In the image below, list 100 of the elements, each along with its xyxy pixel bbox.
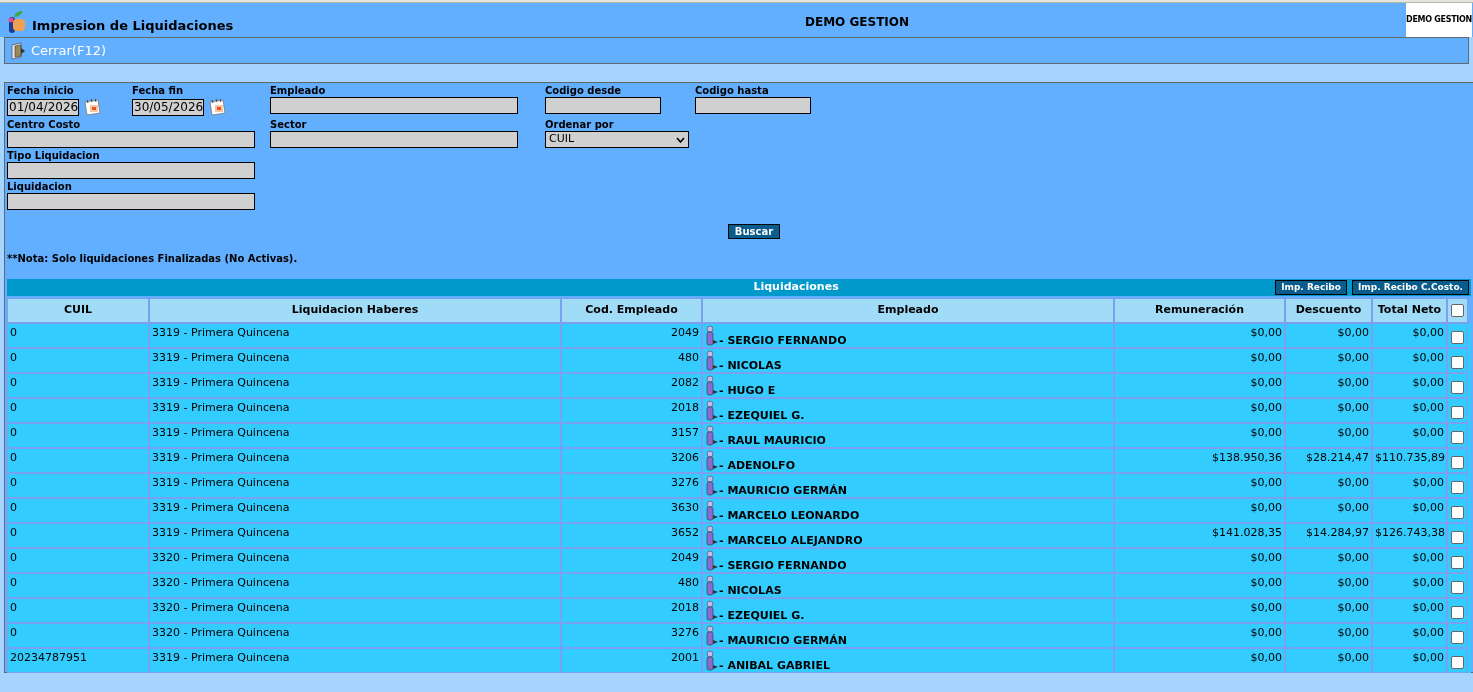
field-label: Fecha inicio — [7, 85, 75, 97]
table-cell: 0 — [7, 323, 149, 348]
table-row[interactable]: 20234787951 3319 - Primera Quincena 2001 - ANIBAL GABRIEL $0,00 $0,00 $0,00 — [7, 648, 1471, 673]
employee-name: - SERGIO FERNANDO — [719, 333, 847, 349]
table-row[interactable]: 0 3319 - Primera Quincena 3652 - MARCELO ALEJANDRO $141.028,35 $14.284,97 $126.743,38 — [7, 523, 1471, 548]
table-row[interactable]: 0 3319 - Primera Quincena 3630 - MARCELO LEONARDO $0,00 $0,00 $0,00 — [7, 498, 1471, 523]
table-row[interactable]: 0 3319 - Primera Quincena 2049 - SERGIO FERNANDO $0,00 $0,00 $0,00 — [7, 323, 1471, 348]
table-cell: 3320 - Primera Quincena — [149, 548, 561, 573]
table-cell: $141.028,35 — [1114, 523, 1285, 548]
table-cell: 0 — [7, 548, 149, 573]
table-cell: 2018 — [561, 598, 702, 623]
person-icon — [705, 350, 719, 372]
table-cell: $0,00 — [1372, 498, 1447, 523]
table-cell: 3319 - Primera Quincena — [149, 523, 561, 548]
date-field[interactable]: 01/04/2026 — [7, 98, 79, 116]
checkbox[interactable] — [1451, 406, 1464, 419]
table-row[interactable]: 0 3319 - Primera Quincena 3157 - RAUL MAURICIO $0,00 $0,00 $0,00 — [7, 423, 1471, 448]
print-button[interactable]: Imp. Recibo C.Costo. — [1352, 280, 1469, 295]
date-field[interactable]: 30/05/2026 — [132, 98, 204, 116]
table-cell: 2082 — [561, 373, 702, 398]
field-label: Codigo desde — [545, 85, 623, 97]
column-header: Remuneración — [1114, 298, 1285, 323]
table-cell: 0 — [7, 598, 149, 623]
checkbox[interactable] — [1451, 304, 1464, 317]
text-field[interactable] — [270, 97, 518, 114]
checkbox[interactable] — [1451, 556, 1464, 569]
person-icon — [705, 550, 719, 572]
employee-name: - MAURICIO GERMÁN — [719, 633, 848, 649]
table-row[interactable]: 0 3319 - Primera Quincena 3276 - MAURICIO GERMÁN $0,00 $0,00 $0,00 — [7, 473, 1471, 498]
table-row[interactable]: 0 3320 - Primera Quincena 480 - NICOLAS $0,00 $0,00 $0,00 — [7, 573, 1471, 598]
table-row[interactable]: 0 3319 - Primera Quincena 2018 - EZEQUIEL G. $0,00 $0,00 $0,00 — [7, 398, 1471, 423]
text-field[interactable] — [7, 162, 255, 179]
table-cell: 2001 — [561, 648, 702, 673]
employee-name: - ADENOLFO — [719, 458, 795, 474]
checkbox[interactable] — [1451, 506, 1464, 519]
text-field[interactable] — [7, 193, 255, 210]
table-cell: $0,00 — [1114, 623, 1285, 648]
person-icon — [705, 575, 719, 597]
checkbox[interactable] — [1451, 581, 1464, 594]
table-cell: 3320 - Primera Quincena — [149, 623, 561, 648]
table-cell: 20234787951 — [7, 648, 149, 673]
table-cell: 3276 — [561, 623, 702, 648]
table-cell: 3157 — [561, 423, 702, 448]
sort-dropdown[interactable]: CUIL — [545, 131, 689, 148]
table-row[interactable]: 0 3319 - Primera Quincena 2082 - HUGO E $0,00 $0,00 $0,00 — [7, 373, 1471, 398]
table-cell: $0,00 — [1114, 473, 1285, 498]
table-cell: $0,00 — [1372, 548, 1447, 573]
table-row[interactable]: 0 3320 - Primera Quincena 2049 - SERGIO FERNANDO $0,00 $0,00 $0,00 — [7, 548, 1471, 573]
table-row[interactable]: 0 3319 - Primera Quincena 480 - NICOLAS $0,00 $0,00 $0,00 — [7, 348, 1471, 373]
table-cell: $0,00 — [1285, 348, 1372, 373]
checkbox[interactable] — [1451, 606, 1464, 619]
employee-name: - NICOLAS — [719, 358, 782, 374]
table-cell: 0 — [7, 448, 149, 473]
table-row[interactable]: 0 3320 - Primera Quincena 3276 - MAURICIO GERMÁN $0,00 $0,00 $0,00 — [7, 623, 1471, 648]
company-logo: DEMO GESTION — [1406, 3, 1472, 37]
field-label: Fecha fin — [132, 85, 184, 97]
employee-name: - EZEQUIEL G. — [719, 608, 805, 624]
table-cell: 3319 - Primera Quincena — [149, 348, 561, 373]
company-name: DEMO GESTION — [804, 14, 910, 31]
calendar-icon[interactable] — [83, 97, 103, 117]
table-cell: $0,00 — [1372, 473, 1447, 498]
logo-icon — [8, 9, 26, 35]
chevron-down-icon — [676, 136, 685, 143]
column-header: Total Neto — [1372, 298, 1447, 323]
checkbox[interactable] — [1451, 456, 1464, 469]
table-cell: $0,00 — [1372, 648, 1447, 673]
checkbox[interactable] — [1451, 656, 1464, 669]
text-field[interactable] — [7, 131, 255, 148]
table-cell: $0,00 — [1285, 548, 1372, 573]
table-cell: $0,00 — [1114, 423, 1285, 448]
text-field[interactable] — [695, 97, 811, 114]
table-row[interactable]: 0 3320 - Primera Quincena 2018 - EZEQUIEL G. $0,00 $0,00 $0,00 — [7, 598, 1471, 623]
checkbox[interactable] — [1451, 356, 1464, 369]
checkbox[interactable] — [1451, 481, 1464, 494]
table-cell: $0,00 — [1114, 573, 1285, 598]
table-cell: $0,00 — [1114, 373, 1285, 398]
text-field[interactable] — [270, 131, 518, 148]
person-icon — [705, 375, 719, 397]
table-cell: 2049 — [561, 323, 702, 348]
person-icon — [705, 500, 719, 522]
employee-name: - NICOLAS — [719, 583, 782, 599]
checkbox[interactable] — [1451, 531, 1464, 544]
table-cell: $0,00 — [1114, 648, 1285, 673]
employee-name: - SERGIO FERNANDO — [719, 558, 847, 574]
checkbox[interactable] — [1451, 431, 1464, 444]
table-cell: $0,00 — [1372, 598, 1447, 623]
employee-name: - ANIBAL GABRIEL — [719, 658, 830, 674]
person-icon — [705, 400, 719, 422]
print-button[interactable]: Imp. Recibo — [1275, 280, 1347, 295]
calendar-icon[interactable] — [208, 97, 228, 117]
table-row[interactable]: 0 3319 - Primera Quincena 3206 - ADENOLFO $138.950,36 $28.214,47 $110.735,89 — [7, 448, 1471, 473]
person-icon — [705, 625, 719, 647]
text-field[interactable] — [545, 97, 661, 114]
checkbox[interactable] — [1451, 331, 1464, 344]
checkbox[interactable] — [1451, 631, 1464, 644]
table-title: Liquidaciones — [753, 279, 839, 296]
table-cell: $138.950,36 — [1114, 448, 1285, 473]
search-button[interactable]: Buscar — [727, 224, 781, 239]
person-icon — [705, 425, 719, 447]
checkbox[interactable] — [1451, 381, 1464, 394]
